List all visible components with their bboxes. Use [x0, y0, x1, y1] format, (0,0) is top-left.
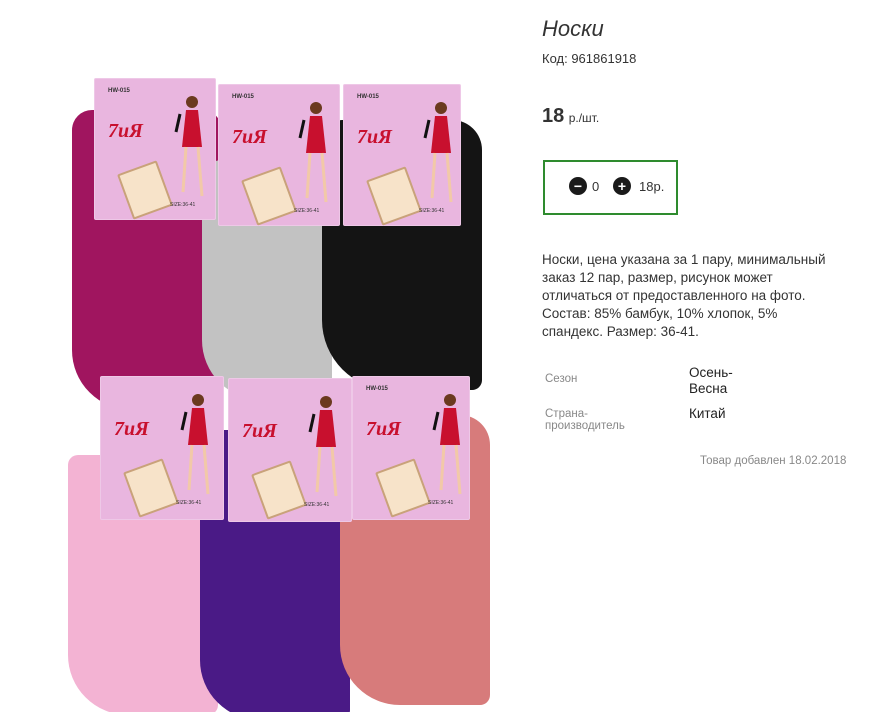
- price-tag-icon: [251, 460, 307, 520]
- package-code: HW-015: [108, 88, 130, 94]
- woman-illustration-icon: [174, 96, 204, 197]
- price-unit: р./шт.: [568, 111, 600, 125]
- package-card: 7иЯ SIZE:36-41: [228, 378, 352, 522]
- property-value: Осень-Весна: [689, 365, 733, 396]
- package-size: SIZE:36-41: [304, 502, 330, 508]
- price-tag-icon: [123, 458, 179, 518]
- package-code: HW-015: [366, 386, 388, 392]
- package-size: SIZE:36-41: [170, 202, 196, 208]
- woman-illustration-icon: [308, 396, 338, 497]
- package-card: HW-015 7иЯ SIZE:36-41: [352, 376, 470, 520]
- price-tag-icon: [241, 166, 297, 226]
- package-brand: 7иЯ: [357, 126, 392, 148]
- product-price: 18 р./шт.: [542, 105, 599, 128]
- woman-illustration-icon: [180, 394, 210, 495]
- price-tag-icon: [366, 166, 422, 226]
- package-size: SIZE:36-41: [176, 500, 202, 506]
- product-photo[interactable]: HW-015 7иЯ SIZE:36-41 HW-015 7иЯ SIZE:36…: [60, 70, 510, 712]
- date-added: Товар добавлен 18.02.2018: [700, 455, 847, 467]
- plus-circle-icon[interactable]: +: [613, 177, 631, 195]
- package-card: HW-015 7иЯ SIZE:36-41: [94, 78, 216, 220]
- quantity-sum: 18р.: [639, 179, 665, 194]
- package-size: SIZE:36-41: [294, 208, 320, 214]
- package-code: HW-015: [232, 94, 254, 100]
- woman-illustration-icon: [423, 102, 453, 203]
- product-description: Носки, цена указана за 1 пару, минимальн…: [542, 252, 826, 339]
- price-value: 18: [542, 105, 565, 127]
- quantity-selector: − 0 + 18р.: [543, 160, 678, 215]
- price-tag-icon: [117, 160, 173, 220]
- price-tag-icon: [375, 458, 431, 518]
- package-size: SIZE:36-41: [428, 500, 454, 506]
- woman-illustration-icon: [432, 394, 462, 495]
- package-size: SIZE:36-41: [419, 208, 445, 214]
- property-value: Китай: [689, 406, 726, 421]
- package-card: HW-015 7иЯ SIZE:36-41: [218, 84, 340, 226]
- product-sku: Код: 961861918: [542, 51, 637, 66]
- product-title: Носки: [542, 16, 604, 41]
- property-key: Страна-производитель: [545, 408, 625, 432]
- package-brand: 7иЯ: [108, 120, 143, 142]
- minus-circle-icon[interactable]: −: [569, 177, 587, 195]
- package-card: HW-015 7иЯ SIZE:36-41: [343, 84, 461, 226]
- package-brand: 7иЯ: [232, 126, 267, 148]
- package-brand: 7иЯ: [242, 420, 277, 442]
- property-key: Сезон: [545, 373, 578, 385]
- package-code: HW-015: [357, 94, 379, 100]
- quantity-value: 0: [592, 179, 600, 194]
- package-card: 7иЯ SIZE:36-41: [100, 376, 224, 520]
- woman-illustration-icon: [298, 102, 328, 203]
- package-brand: 7иЯ: [114, 418, 149, 440]
- package-brand: 7иЯ: [366, 418, 401, 440]
